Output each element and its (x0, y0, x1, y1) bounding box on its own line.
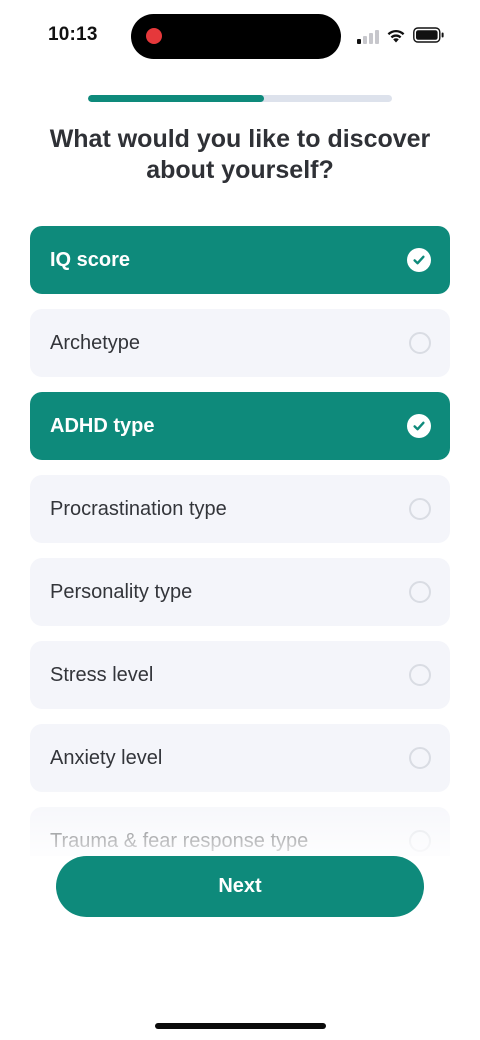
radio-icon (409, 332, 431, 354)
radio-icon (409, 830, 431, 852)
dynamic-island (131, 14, 341, 59)
next-button[interactable]: Next (56, 856, 424, 917)
option-label: Procrastination type (50, 497, 227, 520)
check-icon (407, 248, 431, 272)
status-time: 10:13 (48, 24, 98, 45)
option-stress-level[interactable]: Stress level (30, 641, 450, 709)
option-trauma-fear-response-type[interactable]: Trauma & fear response type (30, 807, 450, 856)
page-title: What would you like to discover about yo… (49, 125, 431, 184)
options-list: IQ score Archetype ADHD type Procrastina… (30, 226, 450, 856)
option-procrastination-type[interactable]: Procrastination type (30, 475, 450, 543)
radio-icon (409, 498, 431, 520)
check-icon (407, 414, 431, 438)
home-indicator (155, 1023, 326, 1029)
onboarding-screen: 10:13 What would you like to discover ab… (0, 0, 480, 1040)
option-label: ADHD type (50, 414, 155, 437)
option-label: IQ score (50, 248, 131, 271)
progress-bar (88, 95, 392, 102)
radio-icon (409, 581, 431, 603)
progress-bar-fill (88, 95, 265, 102)
option-iq-score[interactable]: IQ score (30, 226, 450, 294)
battery-icon (413, 27, 444, 43)
radio-icon (409, 747, 431, 769)
option-personality-type[interactable]: Personality type (30, 558, 450, 626)
signal-icon (357, 28, 379, 44)
option-anxiety-level[interactable]: Anxiety level (30, 724, 450, 792)
radio-icon (409, 664, 431, 686)
option-adhd-type[interactable]: ADHD type (30, 392, 450, 460)
option-label: Personality type (50, 580, 193, 603)
recording-indicator-icon (146, 28, 162, 44)
wifi-icon (387, 29, 405, 43)
option-label: Trauma & fear response type (50, 829, 309, 852)
option-label: Archetype (50, 331, 141, 354)
option-label: Stress level (50, 663, 154, 686)
option-archetype[interactable]: Archetype (30, 309, 450, 377)
option-label: Anxiety level (50, 746, 163, 769)
